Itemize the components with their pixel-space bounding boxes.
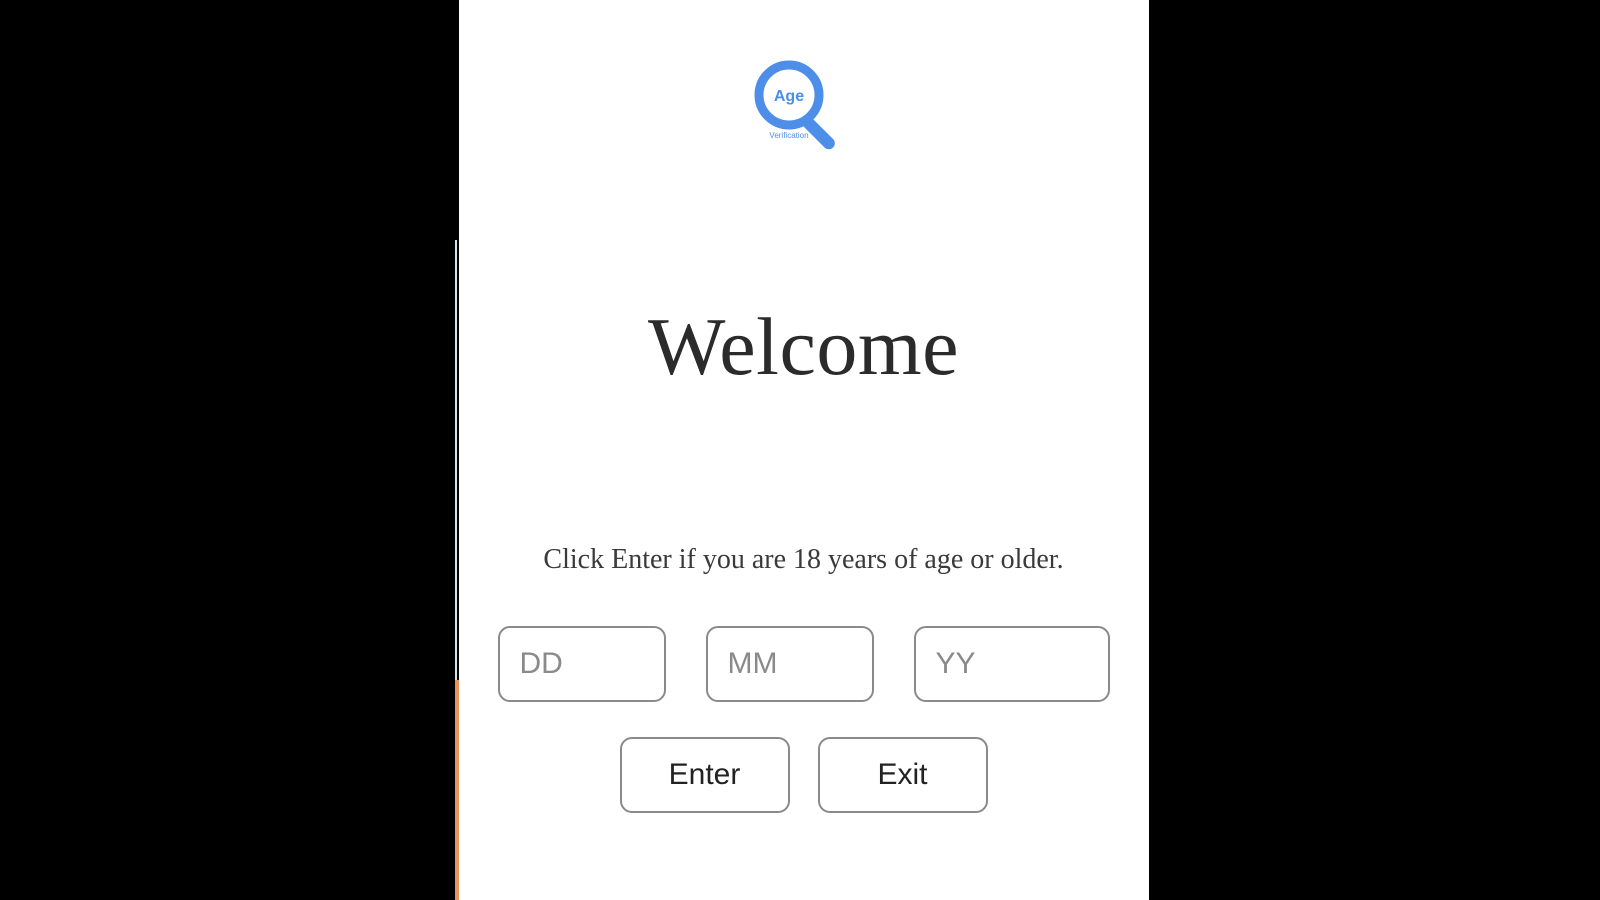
age-instruction-text: Click Enter if you are 18 years of age o… — [459, 544, 1149, 576]
welcome-heading: Welcome — [459, 300, 1149, 394]
svg-text:Verification: Verification — [769, 131, 808, 140]
svg-text:Age: Age — [773, 88, 803, 105]
year-input[interactable] — [914, 626, 1110, 702]
day-input[interactable] — [498, 626, 666, 702]
background-sliver — [455, 680, 459, 900]
date-input-row — [459, 626, 1149, 702]
age-verification-logo-icon: Age Verification — [754, 60, 854, 160]
action-button-row: Enter Exit — [459, 737, 1149, 813]
enter-button[interactable]: Enter — [620, 737, 790, 813]
logo-container: Age Verification — [459, 60, 1149, 160]
exit-button[interactable]: Exit — [818, 737, 988, 813]
background-sliver — [455, 240, 457, 680]
month-input[interactable] — [706, 626, 874, 702]
age-verification-modal: Age Verification Welcome Click Enter if … — [459, 0, 1149, 900]
